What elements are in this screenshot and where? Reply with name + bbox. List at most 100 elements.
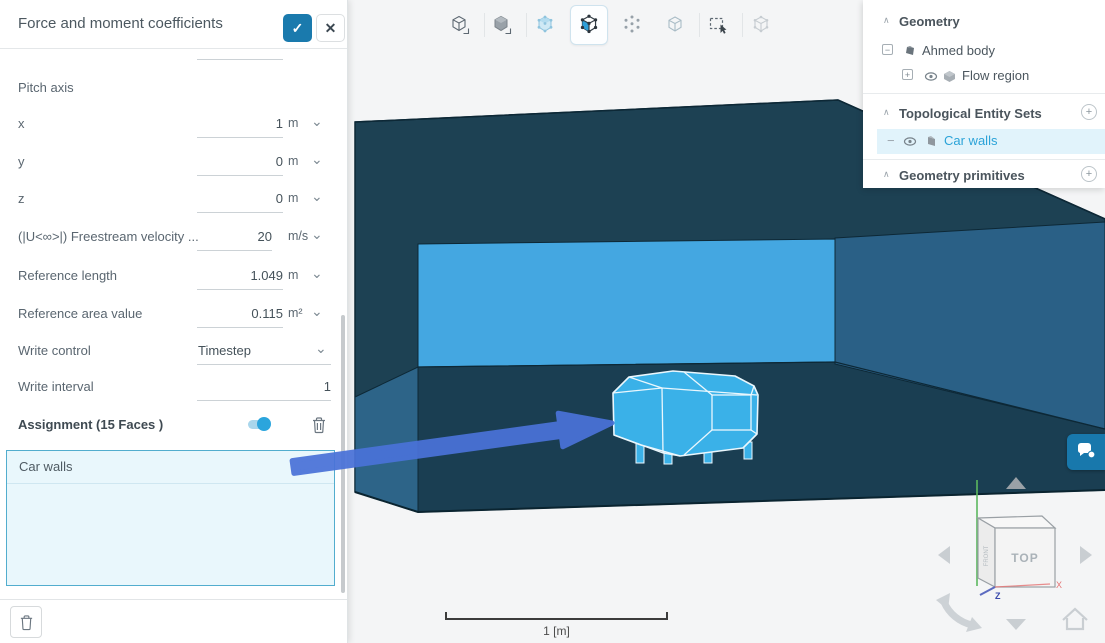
freestream-velocity-label: (|U<∞>|) Freestream velocity ...: [18, 229, 199, 244]
write-interval-underline: [197, 400, 331, 401]
delete-result-control-button[interactable]: [10, 606, 42, 638]
delete-assignment-icon[interactable]: [311, 416, 327, 439]
assignment-toggle-knob[interactable]: [257, 417, 271, 431]
axis-z-label: Z: [995, 591, 1001, 601]
y-underline: [197, 175, 283, 176]
reference-length-underline: [197, 289, 283, 290]
tree-section-geometry-primitives[interactable]: ∧ Geometry primitives +: [863, 166, 1105, 188]
assignment-item-car-walls[interactable]: Car walls: [7, 451, 334, 484]
reference-length-label: Reference length: [18, 268, 117, 283]
reference-area-input[interactable]: 0.115: [197, 306, 283, 321]
reference-length-unit-select[interactable]: m: [288, 268, 298, 282]
scene-tree-panel: ∧ Geometry − Ahmed body + Flow region ∧ …: [863, 0, 1105, 188]
scale-bar: [445, 612, 668, 620]
tree-divider: [863, 93, 1105, 94]
chevron-down-icon[interactable]: ⌄: [311, 113, 323, 130]
chevron-down-icon[interactable]: ⌄: [315, 340, 327, 357]
box-select-icon[interactable]: [701, 8, 735, 42]
collapse-icon[interactable]: ∧: [883, 169, 890, 180]
panel-form: m Pitch axis x 1 m ⌄ y 0 m ⌄ z 0 m ⌄ (: [0, 48, 347, 599]
freestream-velocity-input[interactable]: 20: [197, 229, 272, 244]
simscale-workbench: { "glyphs": { "check": "✓", "close": "✕"…: [0, 0, 1105, 643]
add-geometry-primitive-button[interactable]: +: [1081, 166, 1097, 182]
collapse-box-icon[interactable]: −: [882, 44, 893, 55]
panel-scrollbar[interactable]: [341, 315, 345, 593]
expand-box-icon[interactable]: +: [902, 69, 913, 80]
assignment-label: Assignment (15 Faces ): [18, 417, 163, 432]
pitch-axis-label: Pitch axis: [18, 80, 74, 95]
tree-section-geometry[interactable]: ∧ Geometry: [863, 12, 1105, 34]
y-label: y: [18, 154, 25, 169]
chevron-down-icon[interactable]: ⌄: [311, 265, 323, 282]
settings-panel: Force and moment coefficients ✓ ✕ m Pitc…: [0, 0, 348, 643]
face-set-icon: [925, 135, 938, 151]
y-input[interactable]: 0: [197, 154, 283, 169]
flow-region-label: Flow region: [962, 68, 1029, 83]
solid-cube-icon: [943, 70, 956, 86]
multi-select-disabled-icon: [744, 8, 778, 42]
chevron-down-icon[interactable]: ⌄: [311, 151, 323, 168]
close-button[interactable]: ✕: [316, 14, 345, 42]
clipped-input-underline: [197, 59, 283, 60]
write-control-underline: [197, 364, 331, 365]
geometry-section-label: Geometry: [899, 14, 960, 29]
add-entity-set-button[interactable]: +: [1081, 104, 1097, 120]
face-select-icon[interactable]: [570, 5, 608, 45]
x-underline: [197, 137, 283, 138]
ahmed-body-label: Ahmed body: [922, 43, 995, 58]
write-control-select[interactable]: Timestep: [198, 343, 332, 358]
chat-bubble-icon: [1076, 443, 1096, 461]
axis-x-label: X: [1056, 580, 1062, 590]
solid-view-icon[interactable]: [485, 8, 519, 42]
z-underline: [197, 212, 283, 213]
x-unit-select[interactable]: m: [288, 116, 298, 130]
reference-length-input[interactable]: 1.049: [197, 268, 283, 283]
wireframe-view-icon[interactable]: [443, 8, 477, 42]
panel-header: Force and moment coefficients ✓ ✕: [0, 0, 347, 49]
geometry-primitives-label: Geometry primitives: [899, 168, 1025, 183]
tree-item-ahmed-body[interactable]: − Ahmed body: [863, 41, 1105, 63]
topological-entity-sets-label: Topological Entity Sets: [899, 106, 1042, 121]
x-input[interactable]: 1: [197, 116, 283, 131]
freestream-unit-select[interactable]: m/s: [288, 229, 308, 243]
z-unit-select[interactable]: m: [288, 191, 298, 205]
toolbar-separator: [526, 13, 527, 37]
panel-title: Force and moment coefficients: [18, 15, 223, 32]
write-interval-label: Write interval: [18, 379, 94, 394]
write-control-label: Write control: [18, 343, 91, 358]
scale-bar-label: 1 [m]: [445, 624, 668, 638]
navcube-side-label: FRONT: [984, 545, 990, 566]
tree-section-topological-entity-sets[interactable]: ∧ Topological Entity Sets +: [863, 104, 1105, 126]
tree-item-flow-region[interactable]: + Flow region: [863, 66, 1105, 88]
chevron-down-icon[interactable]: ⌄: [311, 226, 323, 243]
vertex-select-icon[interactable]: [615, 8, 649, 42]
support-chat-button[interactable]: [1067, 434, 1105, 470]
reference-area-underline: [197, 327, 283, 328]
x-label: x: [18, 116, 25, 131]
z-input[interactable]: 0: [197, 191, 283, 206]
chevron-down-icon[interactable]: ⌄: [311, 188, 323, 205]
visibility-eye-icon[interactable]: [903, 135, 917, 150]
apply-button[interactable]: ✓: [283, 14, 312, 42]
flow-region-inlet-panel[interactable]: [418, 239, 835, 367]
reference-area-label: Reference area value: [18, 306, 142, 321]
write-interval-input[interactable]: 1: [197, 379, 331, 394]
toolbar-separator: [699, 13, 700, 37]
geometry-icon: [904, 45, 916, 60]
tree-divider: [863, 159, 1105, 160]
panel-footer-divider: [0, 599, 347, 600]
z-label: z: [18, 191, 25, 206]
collapse-icon[interactable]: ∧: [883, 15, 890, 26]
reference-area-unit-select[interactable]: m²: [288, 306, 303, 320]
toolbar-separator: [742, 13, 743, 37]
collapse-icon[interactable]: ∧: [883, 107, 890, 118]
tree-connector-dash: −: [887, 133, 895, 148]
visibility-eye-icon[interactable]: [924, 70, 938, 85]
volume-select-icon[interactable]: [528, 8, 562, 42]
body-select-icon[interactable]: [658, 8, 692, 42]
y-unit-select[interactable]: m: [288, 154, 298, 168]
tree-item-car-walls[interactable]: − Car walls: [863, 131, 1105, 153]
navcube-front-label: TOP: [1011, 551, 1038, 565]
chevron-down-icon[interactable]: ⌄: [311, 303, 323, 320]
car-walls-label: Car walls: [944, 133, 997, 148]
